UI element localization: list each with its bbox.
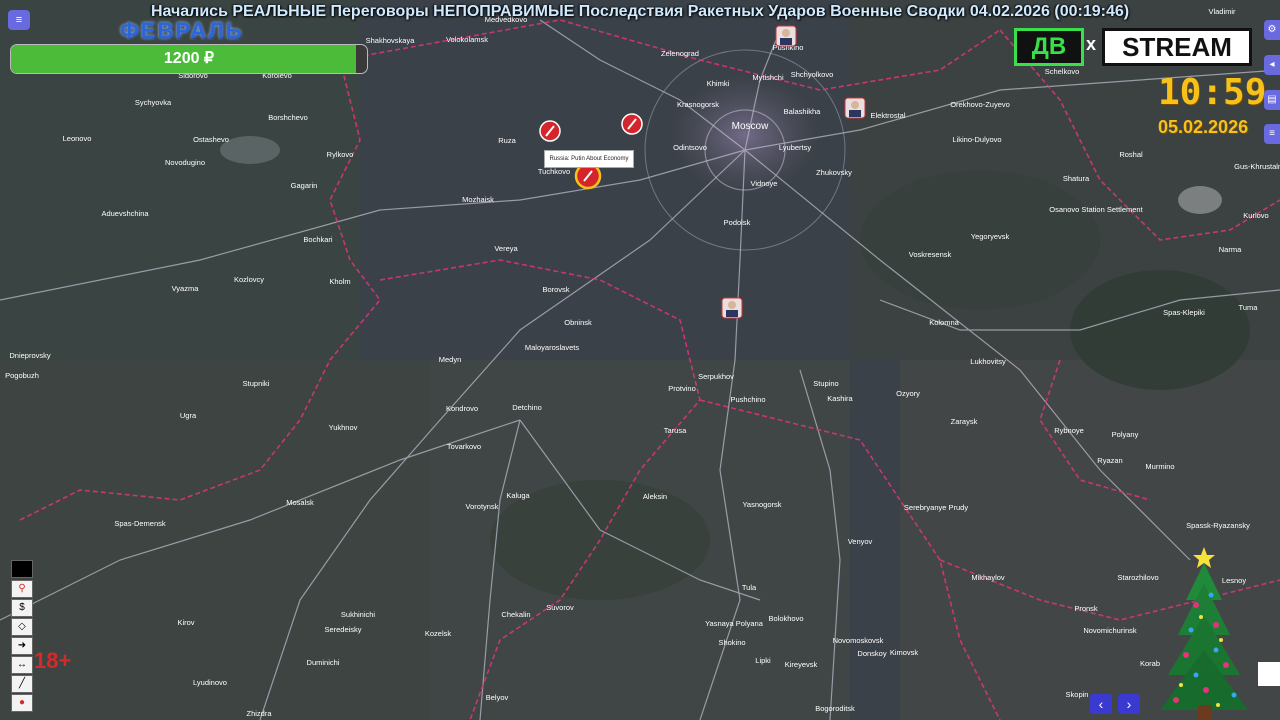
logo-right: STREAM: [1102, 28, 1252, 66]
arrow-tool-icon[interactable]: ➜: [11, 637, 33, 655]
clock-time: 10:59: [1158, 72, 1267, 113]
logo-left: ДВ: [1014, 28, 1084, 66]
person-marker[interactable]: [775, 25, 797, 47]
square-tool-icon[interactable]: [11, 560, 33, 578]
christmas-tree-decoration: [1160, 547, 1248, 719]
donation-amount: 1200 ₽: [163, 50, 215, 67]
collapse-icon[interactable]: ◂: [1264, 55, 1280, 75]
news-marker[interactable]: [621, 113, 643, 135]
measure-tool-icon[interactable]: ↔: [11, 656, 33, 674]
donation-progress-bar: 1200 ₽: [10, 44, 368, 74]
map-markers: [539, 25, 866, 319]
coin-tool-icon[interactable]: $: [11, 599, 33, 617]
age-rating: 18+: [34, 648, 72, 673]
month-label: ФЕВРАЛЬ: [120, 18, 244, 43]
layers-icon[interactable]: ▤: [1264, 90, 1280, 110]
stream-logo: ДВ x STREAM: [1014, 28, 1252, 66]
marker-tool-icon[interactable]: ●: [11, 694, 33, 712]
next-button[interactable]: ›: [1118, 694, 1140, 714]
menu-icon[interactable]: ≡: [8, 10, 30, 30]
person-marker[interactable]: [721, 297, 743, 319]
prev-button[interactable]: ‹: [1090, 694, 1112, 714]
marker-tooltip: Russia: Putin About Economy: [544, 150, 634, 168]
news-marker[interactable]: [539, 120, 561, 142]
person-marker[interactable]: [844, 97, 866, 119]
settings-icon[interactable]: ⚙: [1264, 20, 1280, 40]
logo-x: x: [1086, 34, 1097, 54]
list-icon[interactable]: ≡: [1264, 124, 1280, 144]
line-tool-icon[interactable]: ╱: [11, 675, 33, 693]
clock-date: 05.02.2026: [1158, 117, 1249, 137]
pin-tool-icon[interactable]: ⚲: [11, 580, 33, 598]
polygon-tool-icon[interactable]: ◇: [11, 618, 33, 636]
